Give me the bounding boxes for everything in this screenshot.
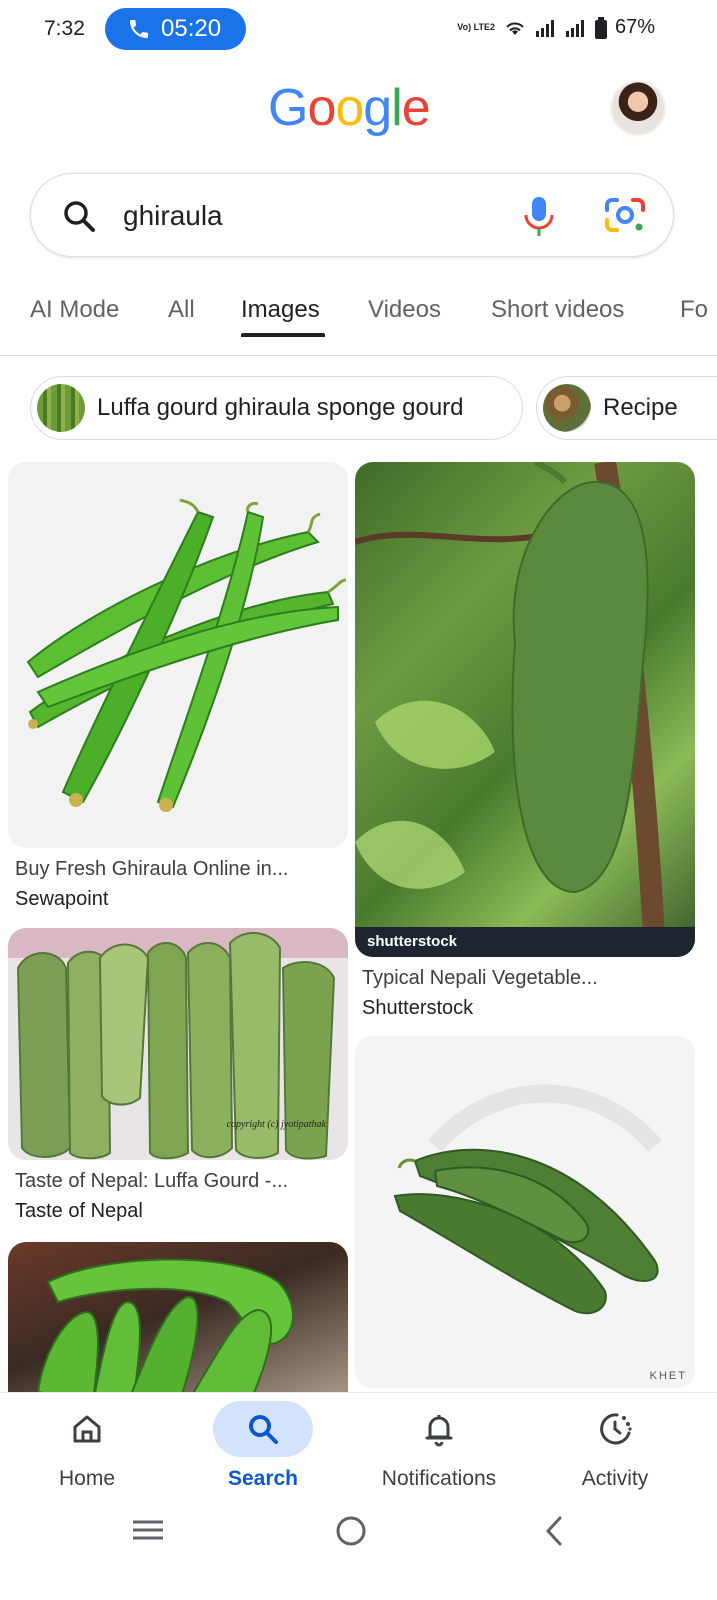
recent-apps-icon[interactable] (130, 1514, 166, 1546)
google-logo[interactable]: Google (268, 78, 431, 138)
tab-short-videos[interactable]: Short videos (491, 296, 624, 324)
signal-icon (535, 19, 554, 37)
nav-label: Activity (581, 1467, 649, 1490)
result-source[interactable]: Shutterstock (362, 997, 473, 1020)
nav-icon-container (389, 1401, 489, 1457)
status-icons: Vo) LTE2 67% (457, 16, 655, 39)
home-icon (73, 1415, 101, 1443)
gourd-image (355, 462, 666, 957)
result-thumbnail[interactable]: shutterstock (355, 462, 695, 957)
tab-ai-mode[interactable]: AI Mode (30, 296, 119, 324)
gourd-image (393, 1084, 662, 1315)
active-tab-indicator (241, 333, 325, 337)
bottom-navigation: Home Search Notifications Activity (0, 1392, 717, 1500)
logo-letter: o (307, 79, 336, 137)
gourd-image (26, 498, 347, 812)
tab-all[interactable]: All (168, 296, 195, 324)
mic-icon[interactable] (521, 194, 557, 238)
image-result[interactable]: KHET (355, 1036, 695, 1392)
image-result[interactable] (8, 1242, 348, 1392)
chip-thumbnail (37, 384, 85, 432)
nav-notifications[interactable]: Notifications (369, 1393, 509, 1501)
nav-home[interactable]: Home (17, 1393, 157, 1501)
image-result[interactable]: shutterstock Typical Nepali Vegetable...… (355, 462, 695, 1022)
system-navigation-bar (0, 1500, 717, 1600)
status-bar: 7:32 05:20 Vo) LTE2 67% (0, 0, 717, 58)
chip-recipe[interactable]: Recipe (536, 376, 717, 440)
result-title[interactable]: Buy Fresh Ghiraula Online in... (15, 858, 288, 881)
chip-thumbnail (543, 384, 591, 432)
activity-icon (600, 1413, 632, 1445)
search-tabs: AI Mode All Images Videos Short videos F… (0, 282, 717, 356)
volte-icon: Vo) LTE2 (457, 22, 495, 32)
tab-videos[interactable]: Videos (368, 296, 441, 324)
logo-letter: l (391, 79, 403, 137)
gourd-image (36, 1258, 294, 1392)
search-box[interactable] (30, 173, 674, 257)
chip-luffa-gourd[interactable]: Luffa gourd ghiraula sponge gourd (30, 376, 523, 440)
image-result[interactable]: copyright (c) jyotipathak Taste of Nepal… (8, 928, 348, 1228)
bell-icon (425, 1415, 453, 1447)
battery-percent: 67% (614, 16, 655, 38)
result-source[interactable]: Sewapoint (15, 888, 108, 911)
result-source[interactable]: Taste of Nepal (15, 1200, 143, 1223)
back-icon[interactable] (540, 1514, 568, 1548)
chip-label: Luffa gourd ghiraula sponge gourd (97, 394, 464, 421)
nav-search[interactable]: Search (193, 1393, 333, 1501)
home-button-icon[interactable] (334, 1514, 368, 1548)
result-thumbnail[interactable]: KHET (355, 1036, 695, 1388)
result-thumbnail[interactable] (8, 1242, 348, 1392)
logo-letter: G (268, 79, 308, 137)
nav-label: Search (227, 1467, 299, 1490)
ongoing-call-pill[interactable]: 05:20 (105, 8, 246, 50)
wifi-icon (506, 22, 524, 35)
nav-label: Home (58, 1467, 116, 1490)
nav-activity[interactable]: Activity (545, 1393, 685, 1501)
phone-icon (130, 20, 148, 38)
result-title[interactable]: Taste of Nepal: Luffa Gourd -... (15, 1170, 288, 1193)
image-result[interactable]: Buy Fresh Ghiraula Online in... Sewapoin… (8, 462, 348, 912)
result-title[interactable]: Typical Nepali Vegetable... (362, 967, 598, 990)
logo-letter: o (335, 79, 364, 137)
search-icon (64, 201, 95, 232)
nav-icon-container (213, 1401, 313, 1457)
status-time: 7:32 (44, 17, 85, 40)
lens-icon[interactable] (603, 196, 647, 236)
tab-more[interactable]: Fo (680, 296, 708, 324)
logo-letter: g (363, 79, 392, 137)
avatar[interactable] (610, 80, 666, 136)
logo-letter: e (401, 79, 431, 137)
nav-icon-container (37, 1401, 137, 1457)
search-icon (249, 1415, 278, 1444)
nav-label: Notifications (381, 1467, 497, 1490)
signal-icon-2 (565, 19, 584, 37)
image-watermark: shutterstock (355, 927, 695, 957)
nav-icon-container (565, 1401, 665, 1457)
battery-icon (594, 16, 607, 39)
call-duration: 05:20 (161, 15, 222, 42)
image-copyright: copyright (c) jyotipathak (226, 1119, 326, 1130)
result-thumbnail[interactable]: copyright (c) jyotipathak (8, 928, 348, 1160)
image-logo-text: KHET (649, 1370, 687, 1382)
chip-label: Recipe (603, 394, 678, 421)
search-input[interactable] (123, 194, 503, 238)
tab-images[interactable]: Images (241, 296, 320, 324)
result-thumbnail[interactable] (8, 462, 348, 848)
